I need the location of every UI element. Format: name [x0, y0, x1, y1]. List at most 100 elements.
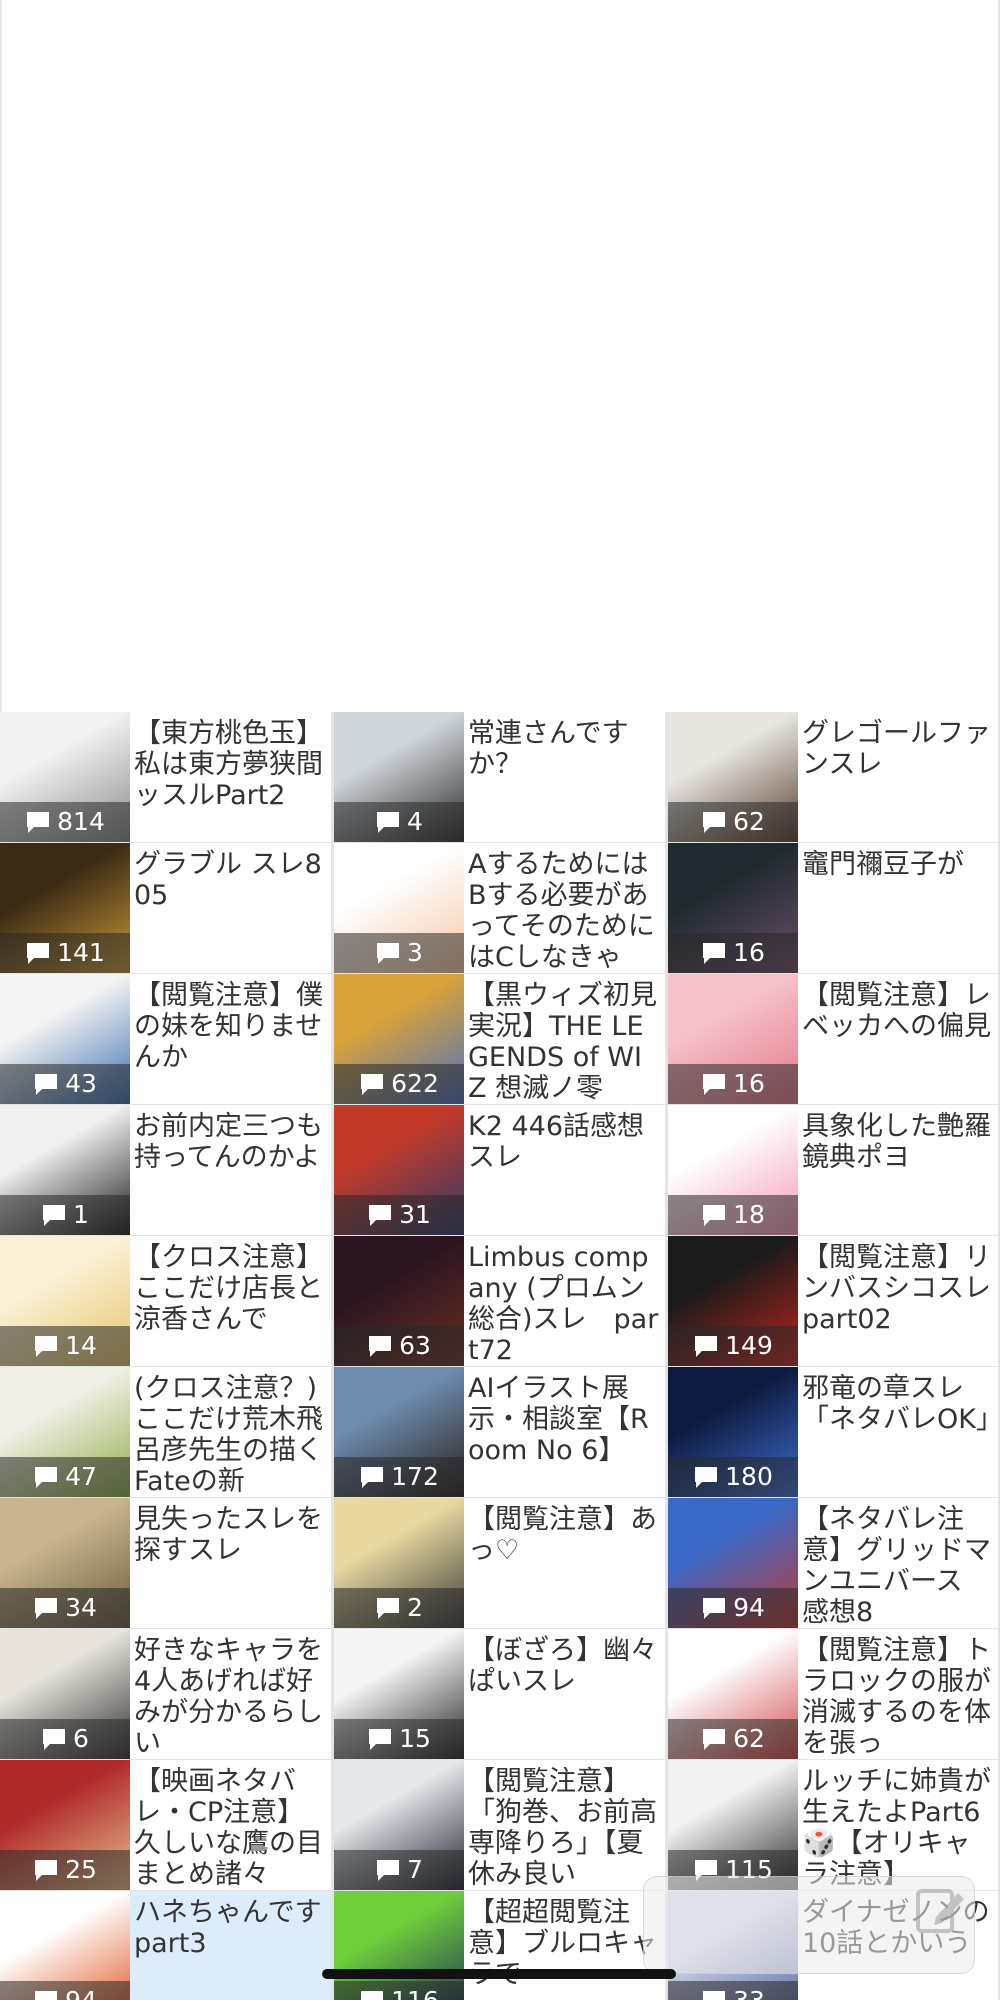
thread-title[interactable]: お前内定三つも持ってんのかよ	[130, 1105, 331, 1235]
thumb-manga: 1	[0, 1105, 130, 1235]
thread-title[interactable]: 【映画ネタバレ・CP注意】久しいな鷹の目まとめ諸々	[130, 1760, 331, 1890]
thread-cell[interactable]: 116 【超超閲覧注意】ブルロキャラで	[334, 1891, 665, 2000]
comment-count-badge: 62	[668, 802, 798, 842]
thread-cell[interactable]: 15 【ぼざろ】幽々ぱいスレ	[334, 1629, 665, 1759]
thumb-shanks: 25	[0, 1760, 130, 1890]
thumb-blonde: 14	[0, 1236, 130, 1366]
comment-count: 25	[65, 1855, 97, 1884]
comment-count: 14	[65, 1331, 97, 1360]
comment-count: 43	[65, 1069, 97, 1098]
comment-bubble-icon	[377, 1598, 400, 1619]
thread-cell[interactable]: 62 グレゴールファンスレ	[668, 712, 999, 842]
comment-count-badge: 34	[0, 1588, 130, 1628]
thread-cell[interactable]: 47 (クロス注意？)ここだけ荒木飛呂彦先生の描くFateの新	[0, 1367, 331, 1497]
comment-bubble-icon	[369, 1205, 392, 1226]
comment-bubble-icon	[377, 943, 400, 964]
thread-cell[interactable]: 814 【東方桃色玉】私は東方夢狭間ッスルPart2	[0, 712, 331, 842]
comment-count: 63	[399, 1331, 431, 1360]
thread-cell[interactable]: 2 【閲覧注意】あっ♡	[334, 1498, 665, 1628]
thread-cell[interactable]: 172 AIイラスト展示・相談室【Room No 6】	[334, 1367, 665, 1497]
thread-cell[interactable]: 3 AするためにはBする必要があってそのためにはCしなきゃ	[334, 843, 665, 973]
thumb-figure: 4	[334, 712, 464, 842]
thread-cell[interactable]: 14 【クロス注意】ここだけ店長と涼香さんで	[0, 1236, 331, 1366]
thread-cell[interactable]: 18 具象化した艶羅鏡典ポヨ	[668, 1105, 999, 1235]
thumb-dark: 2	[334, 1498, 464, 1628]
thread-cell[interactable]: 4 常連さんですか？	[334, 712, 665, 842]
thread-cell[interactable]: 622 【黒ウィズ初見実況】THE LEGENDS of WIZ 想滅ノ零	[334, 974, 665, 1104]
thread-cell[interactable]: 1 お前内定三つも持ってんのかよ	[0, 1105, 331, 1235]
thread-cell[interactable]: 94 ハネちゃんですpart3	[0, 1891, 331, 2000]
thread-cell[interactable]: 115 ルッチに姉貴が生えたよPart6🎲【オリキャラ注意】	[668, 1760, 999, 1890]
thread-title[interactable]: グレゴールファンスレ	[798, 712, 999, 842]
comment-bubble-icon	[703, 1205, 726, 1226]
thread-title[interactable]: 【黒ウィズ初見実況】THE LEGENDS of WIZ 想滅ノ零	[464, 974, 665, 1104]
thread-title[interactable]: 好きなキャラを4人あげれば好みが分かるらしい	[130, 1629, 331, 1759]
thread-cell[interactable]: 180 邪竜の章スレ「ネタバレOK」	[668, 1367, 999, 1497]
thread-title[interactable]: AIイラスト展示・相談室【Room No 6】	[464, 1367, 665, 1497]
comment-count-badge: 149	[668, 1326, 798, 1366]
thread-cell[interactable]: 141 グラブル スレ805	[0, 843, 331, 973]
thread-cell[interactable]: 62 【閲覧注意】トラロックの服が消滅するのを体を張っ	[668, 1629, 999, 1759]
thread-title[interactable]: ハネちゃんですpart3	[130, 1891, 331, 2000]
thread-cell[interactable]: 34 見失ったスレを探すスレ	[0, 1498, 331, 1628]
thread-title[interactable]: 【閲覧注意】僕の妹を知りませんか	[130, 974, 331, 1104]
thread-title[interactable]: AするためにはBする必要があってそのためにはCしなきゃ	[464, 843, 665, 973]
comment-bubble-icon	[35, 1991, 58, 2000]
thread-title[interactable]: ルッチに姉貴が生えたよPart6🎲【オリキャラ注意】	[798, 1760, 999, 1890]
thread-title[interactable]: Limbus company (プロムン総合)スレ part72	[464, 1236, 665, 1366]
comment-bubble-icon	[35, 1467, 58, 1488]
comment-count: 62	[733, 807, 765, 836]
comment-count-badge: 1	[0, 1195, 130, 1235]
comment-bubble-icon	[377, 1860, 400, 1881]
comment-count: 62	[733, 1724, 765, 1753]
comment-count-badge: 6	[0, 1719, 130, 1759]
thread-cell[interactable]: 31 K2 446話感想スレ	[334, 1105, 665, 1235]
floating-compose-button[interactable]	[643, 1876, 975, 1974]
thread-cell[interactable]: 25 【映画ネタバレ・CP注意】久しいな鷹の目まとめ諸々	[0, 1760, 331, 1890]
thread-cell[interactable]: 149 【閲覧注意】リンバスシコスレpart02	[668, 1236, 999, 1366]
comment-count: 15	[399, 1724, 431, 1753]
thread-title[interactable]: 【閲覧注意】あっ♡	[464, 1498, 665, 1628]
comment-count: 33	[733, 1981, 765, 2000]
comment-bubble-icon	[35, 1336, 58, 1357]
thread-title[interactable]: 邪竜の章スレ「ネタバレOK」	[798, 1367, 999, 1497]
comment-count-badge: 116	[334, 1981, 464, 2000]
thread-title[interactable]: 【ぼざろ】幽々ぱいスレ	[464, 1629, 665, 1759]
thread-cell[interactable]: 43 【閲覧注意】僕の妹を知りませんか	[0, 974, 331, 1104]
comment-bubble-icon	[703, 812, 726, 833]
comment-bubble-icon	[35, 1598, 58, 1619]
thread-title[interactable]: (クロス注意？)ここだけ荒木飛呂彦先生の描くFateの新	[130, 1367, 331, 1497]
thread-title[interactable]: グラブル スレ805	[130, 843, 331, 973]
thread-title[interactable]: 常連さんですか？	[464, 712, 665, 842]
thread-title[interactable]: 【東方桃色玉】私は東方夢狭間ッスルPart2	[130, 712, 331, 842]
thumb-mecha: 94	[668, 1498, 798, 1628]
comment-count-badge: 2	[334, 1588, 464, 1628]
home-indicator	[322, 1969, 676, 1979]
thread-title[interactable]: 竈門禰豆子が	[798, 843, 999, 973]
comment-count: 94	[733, 1593, 765, 1622]
thread-title[interactable]: K2 446話感想スレ	[464, 1105, 665, 1235]
thread-title[interactable]: 【閲覧注意】トラロックの服が消滅するのを体を張っ	[798, 1629, 999, 1759]
thread-title[interactable]: 【超超閲覧注意】ブルロキャラで	[464, 1891, 665, 2000]
thumb-limbus: 63	[334, 1236, 464, 1366]
thread-cell[interactable]: 16 竈門禰豆子が	[668, 843, 999, 973]
comment-bubble-icon	[703, 1074, 726, 1095]
thumb-k2: 31	[334, 1105, 464, 1235]
thread-cell[interactable]: 7 【閲覧注意】「狗巻、お前高専降りろ」【夏休み良い	[334, 1760, 665, 1890]
thread-title[interactable]: 【閲覧注意】リンバスシコスレpart02	[798, 1236, 999, 1366]
thread-title[interactable]: 【閲覧注意】「狗巻、お前高専降りろ」【夏休み良い	[464, 1760, 665, 1890]
thread-title[interactable]: 見失ったスレを探すスレ	[130, 1498, 331, 1628]
thumb-glasses: 62	[668, 712, 798, 842]
thread-title[interactable]: 【ネタバレ注意】グリッドマンユニバース 感想8	[798, 1498, 999, 1628]
thumb-muscle: 814	[0, 712, 130, 842]
thread-title[interactable]: 【閲覧注意】レベッカへの偏見	[798, 974, 999, 1104]
comment-count-badge: 180	[668, 1457, 798, 1497]
thread-cell[interactable]: 16 【閲覧注意】レベッカへの偏見	[668, 974, 999, 1104]
comment-count: 180	[725, 1462, 773, 1491]
comment-bubble-icon	[703, 1598, 726, 1619]
thread-cell[interactable]: 6 好きなキャラを4人あげれば好みが分かるらしい	[0, 1629, 331, 1759]
thread-title[interactable]: 【クロス注意】ここだけ店長と涼香さんで	[130, 1236, 331, 1366]
thread-title[interactable]: 具象化した艶羅鏡典ポヨ	[798, 1105, 999, 1235]
thread-cell[interactable]: 94 【ネタバレ注意】グリッドマンユニバース 感想8	[668, 1498, 999, 1628]
thread-cell[interactable]: 63 Limbus company (プロムン総合)スレ part72	[334, 1236, 665, 1366]
